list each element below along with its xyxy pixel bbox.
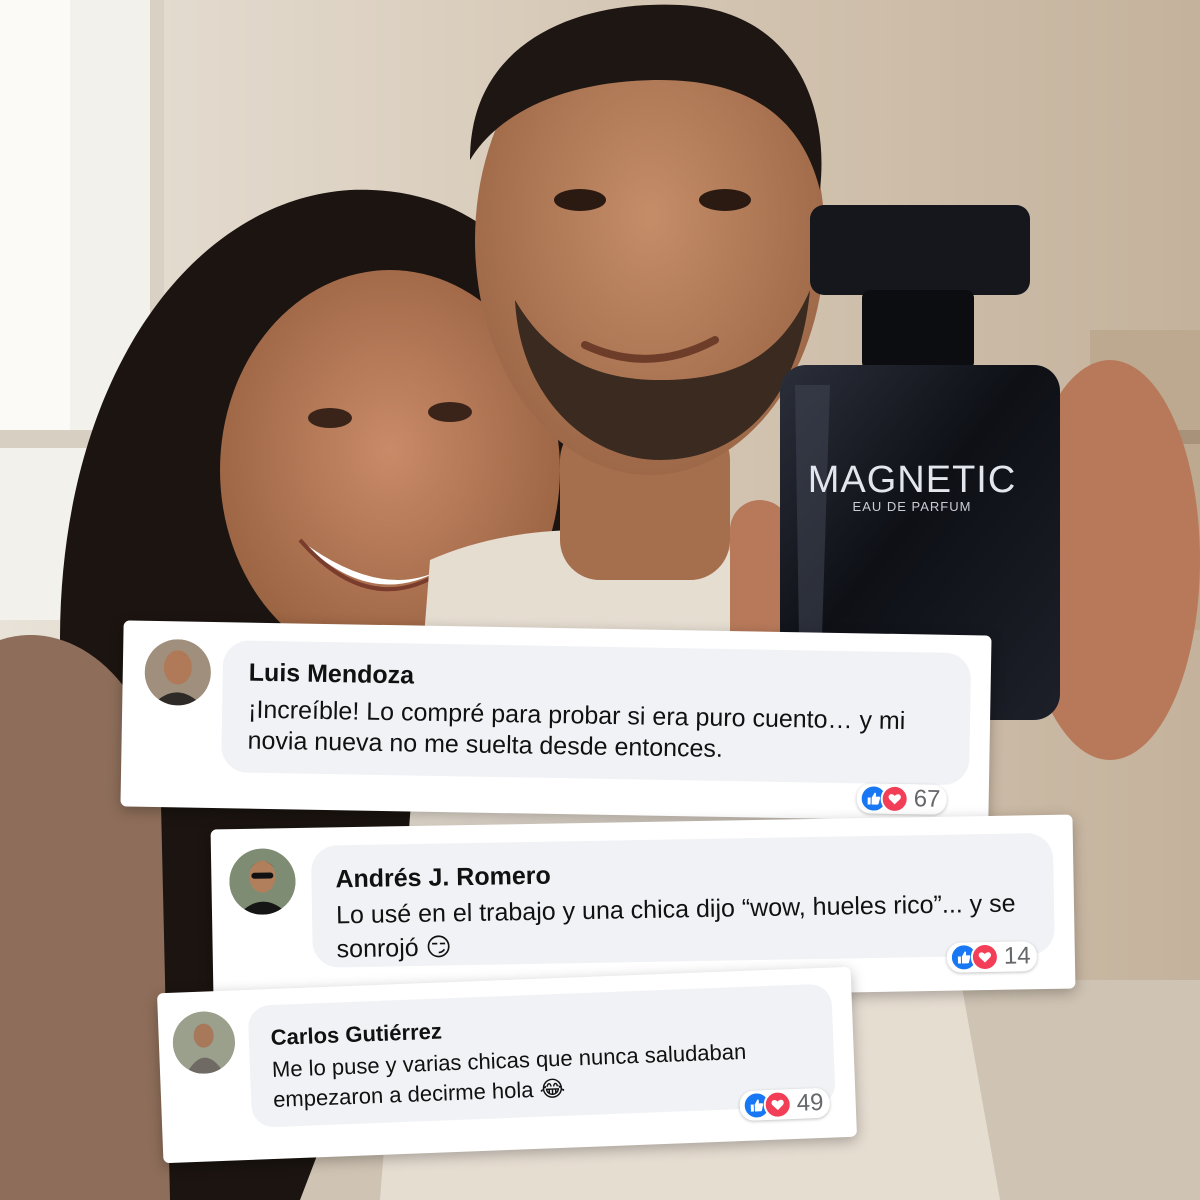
heart-icon	[970, 942, 1000, 972]
avatar[interactable]	[144, 638, 212, 706]
person-avatar-icon	[171, 1010, 237, 1075]
reaction-count: 67	[913, 785, 941, 813]
reaction-summary[interactable]: 67	[856, 783, 947, 815]
person-avatar-icon	[144, 638, 212, 706]
smirk-emoji-icon: 😏	[425, 932, 452, 962]
reaction-count: 49	[796, 1088, 824, 1117]
comment-card-3: Carlos Gutiérrez Me lo puse y varias chi…	[156, 966, 858, 1164]
avatar[interactable]	[228, 848, 297, 916]
person-avatar-icon	[228, 848, 297, 916]
reaction-summary[interactable]: 14	[946, 941, 1037, 973]
comment-card-1: Luis Mendoza ¡Increíble! Lo compré para …	[120, 620, 992, 822]
comment-text: ¡Increíble! Lo compré para probar si era…	[247, 695, 906, 763]
reaction-count: 14	[1003, 942, 1031, 970]
heart-icon	[763, 1090, 793, 1120]
avatar[interactable]	[171, 1010, 237, 1075]
comment-text: Lo usé en el trabajo y una chica dijo “w…	[336, 887, 1037, 966]
commenter-name[interactable]: Luis Mendoza	[249, 659, 415, 691]
bottle-brand-label: MAGNETIC	[808, 459, 1017, 501]
commenter-name[interactable]: Andrés J. Romero	[335, 862, 551, 895]
reaction-summary[interactable]: 49	[739, 1087, 830, 1122]
bottle-subtitle-label: EAU DE PARFUM	[853, 499, 972, 514]
heart-icon	[880, 784, 909, 814]
laughing-emoji-icon: 😂	[539, 1076, 566, 1103]
